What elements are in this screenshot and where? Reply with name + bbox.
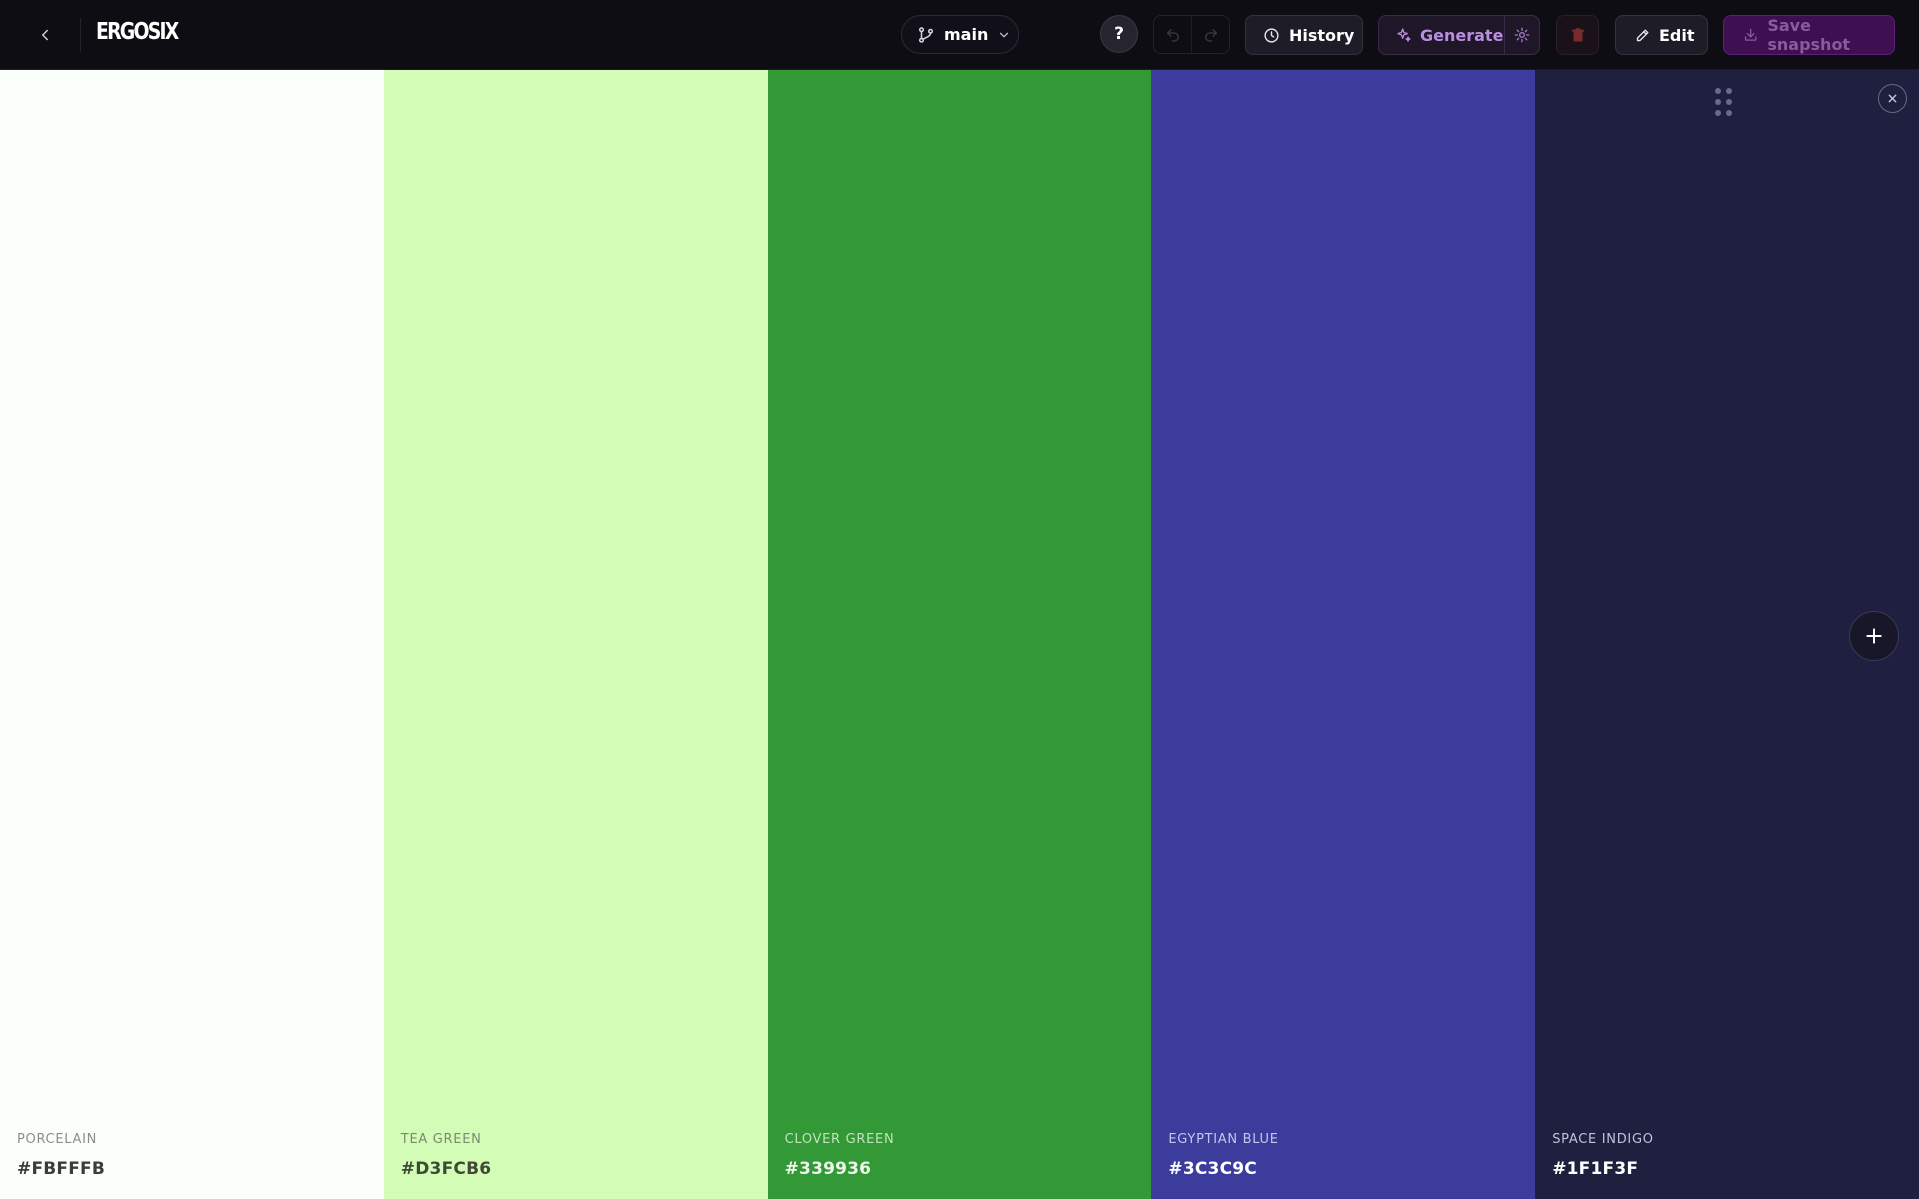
generate-button[interactable]: Generate xyxy=(1379,16,1505,54)
top-toolbar: ERGOSIX main ? History Generate Edit Sav… xyxy=(0,0,1919,70)
chevron-down-icon xyxy=(1000,32,1009,37)
undo-button[interactable] xyxy=(1154,16,1191,53)
branch-selector[interactable]: main xyxy=(901,15,1019,54)
history-label: History xyxy=(1289,25,1355,45)
history-button[interactable]: History xyxy=(1245,15,1363,55)
color-palette: PORCELAIN #FBFFFB TEA GREEN #D3FCB6 CLOV… xyxy=(0,70,1919,1199)
redo-icon xyxy=(1204,28,1217,42)
swatch-porcelain[interactable]: PORCELAIN #FBFFFB xyxy=(0,70,384,1199)
remove-swatch-button[interactable] xyxy=(1877,84,1907,113)
trash-icon xyxy=(1571,28,1584,42)
download-icon xyxy=(1744,28,1757,41)
edit-button[interactable]: Edit xyxy=(1615,15,1708,55)
swatch-name: SPACE INDIGO xyxy=(1552,1132,1654,1147)
generate-settings-button[interactable] xyxy=(1505,16,1539,54)
swatch-space-indigo[interactable]: SPACE INDIGO #1F1F3F xyxy=(1535,70,1919,1199)
help-button[interactable]: ? xyxy=(1100,15,1138,53)
swatch-hex[interactable]: #D3FCB6 xyxy=(401,1159,491,1179)
swatch-name: PORCELAIN xyxy=(17,1132,98,1147)
swatch-egyptian-blue[interactable]: EGYPTIAN BLUE #3C3C9C xyxy=(1151,70,1536,1199)
add-swatch-button[interactable] xyxy=(1848,611,1899,661)
back-button[interactable] xyxy=(28,20,62,50)
delete-button[interactable] xyxy=(1556,15,1599,55)
plus-icon xyxy=(1866,628,1882,644)
save-snapshot-button[interactable]: Save snapshot xyxy=(1723,15,1895,55)
toolbar-divider xyxy=(80,18,81,52)
clock-icon xyxy=(1264,27,1279,43)
swatch-name: CLOVER GREEN xyxy=(784,1132,895,1147)
branch-name: main xyxy=(944,25,989,44)
swatch-hex[interactable]: #FBFFFB xyxy=(17,1159,105,1179)
swatch-clover-green[interactable]: CLOVER GREEN #339936 xyxy=(767,70,1152,1199)
gear-icon xyxy=(1514,27,1530,43)
swatch-hex[interactable]: #3C3C9C xyxy=(1168,1159,1257,1179)
save-snapshot-label: Save snapshot xyxy=(1767,16,1851,54)
swatch-hex[interactable]: #1F1F3F xyxy=(1552,1159,1638,1179)
swatch-name: EGYPTIAN BLUE xyxy=(1168,1132,1279,1147)
pencil-icon xyxy=(1636,29,1649,41)
swatch-hex[interactable]: #339936 xyxy=(785,1159,872,1179)
swatch-name: TEA GREEN xyxy=(400,1132,482,1147)
undo-icon xyxy=(1166,28,1179,42)
generate-button-group: Generate xyxy=(1378,15,1540,55)
drag-handle-icon[interactable] xyxy=(1715,88,1733,118)
generate-label: Generate xyxy=(1420,25,1504,45)
swatch-tea-green[interactable]: TEA GREEN #D3FCB6 xyxy=(383,70,768,1199)
close-icon xyxy=(1888,94,1897,103)
chevron-left-icon xyxy=(42,29,48,41)
undo-redo-group xyxy=(1153,15,1230,54)
git-branch-icon xyxy=(918,26,934,43)
app-logo[interactable]: ERGOSIX xyxy=(96,17,179,47)
redo-button[interactable] xyxy=(1191,16,1229,53)
edit-label: Edit xyxy=(1659,25,1695,45)
sparkle-icon xyxy=(1397,28,1411,42)
